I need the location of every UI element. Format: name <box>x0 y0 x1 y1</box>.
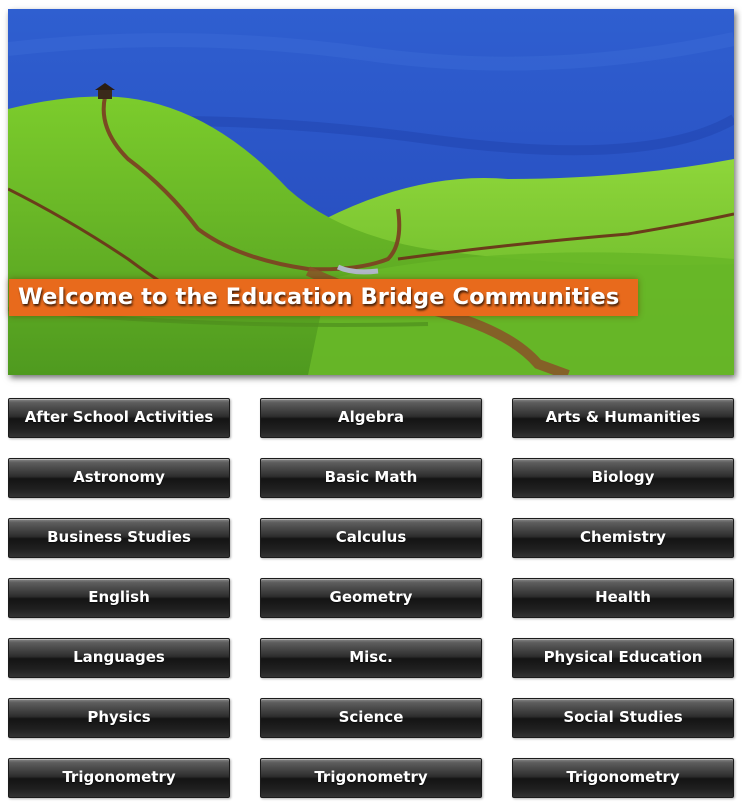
button-geometry[interactable]: Geometry <box>260 578 482 618</box>
button-english[interactable]: English <box>8 578 230 618</box>
button-astronomy[interactable]: Astronomy <box>8 458 230 498</box>
button-after-school-activities[interactable]: After School Activities <box>8 398 230 438</box>
button-trigonometry-1[interactable]: Trigonometry <box>8 758 230 798</box>
button-misc[interactable]: Misc. <box>260 638 482 678</box>
hero-painting <box>8 9 734 375</box>
button-calculus[interactable]: Calculus <box>260 518 482 558</box>
button-arts-humanities[interactable]: Arts & Humanities <box>512 398 734 438</box>
button-languages[interactable]: Languages <box>8 638 230 678</box>
button-physics[interactable]: Physics <box>8 698 230 738</box>
button-trigonometry-3[interactable]: Trigonometry <box>512 758 734 798</box>
button-trigonometry-2[interactable]: Trigonometry <box>260 758 482 798</box>
button-social-studies[interactable]: Social Studies <box>512 698 734 738</box>
button-basic-math[interactable]: Basic Math <box>260 458 482 498</box>
house-icon <box>98 89 112 99</box>
landscape-painting <box>8 9 734 375</box>
button-health[interactable]: Health <box>512 578 734 618</box>
button-algebra[interactable]: Algebra <box>260 398 482 438</box>
welcome-title: Welcome to the Education Bridge Communit… <box>18 284 620 310</box>
button-physical-education[interactable]: Physical Education <box>512 638 734 678</box>
button-business-studies[interactable]: Business Studies <box>8 518 230 558</box>
button-chemistry[interactable]: Chemistry <box>512 518 734 558</box>
button-science[interactable]: Science <box>260 698 482 738</box>
button-biology[interactable]: Biology <box>512 458 734 498</box>
